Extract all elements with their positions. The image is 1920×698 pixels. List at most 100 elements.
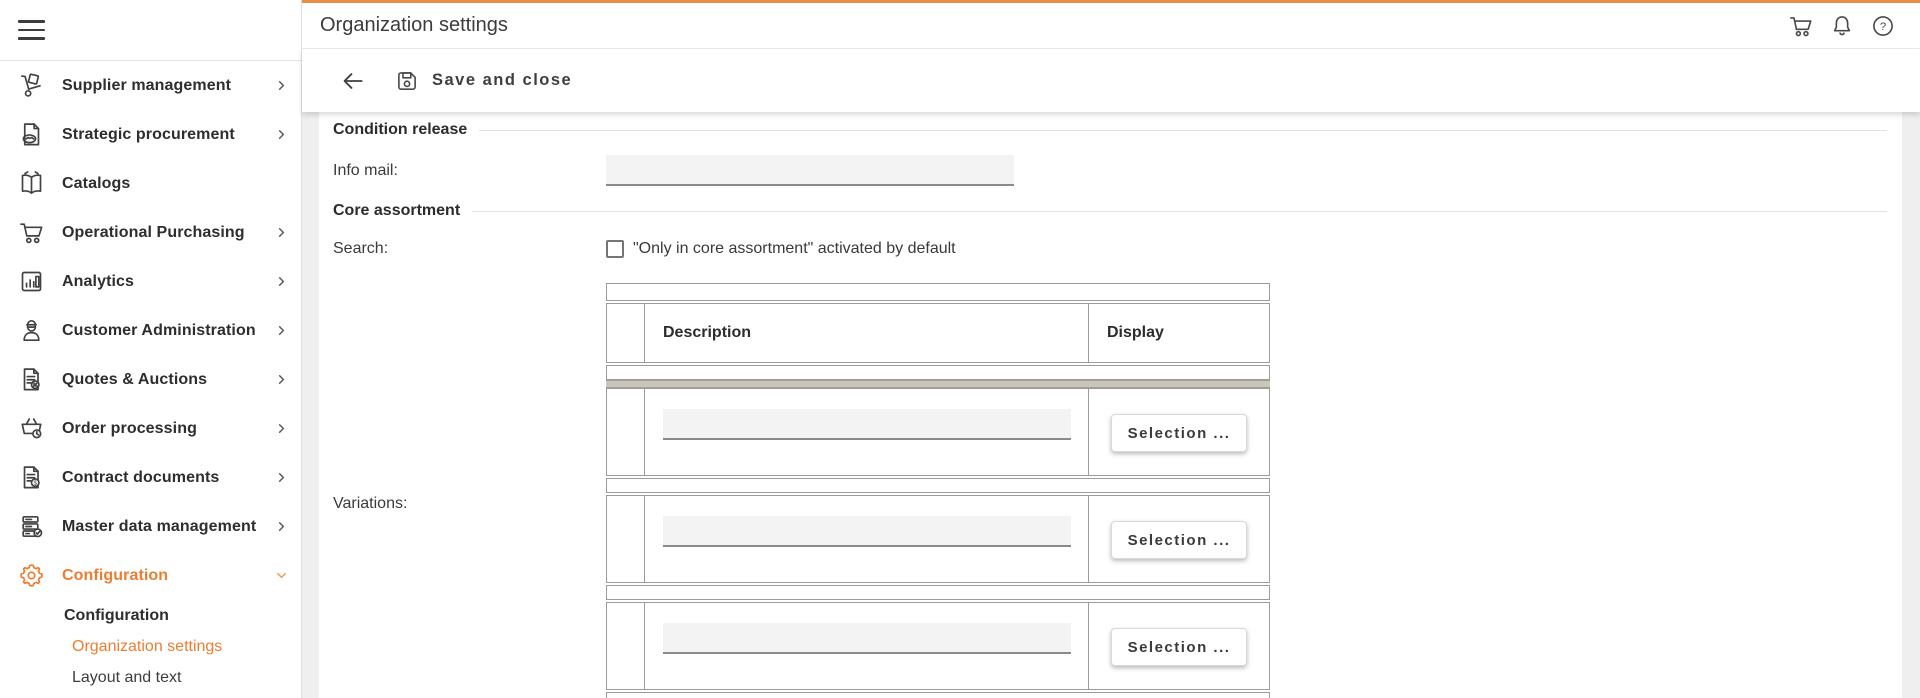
table-splitter-bar[interactable]: [606, 380, 1270, 388]
back-arrow-icon[interactable]: [340, 68, 366, 94]
selection-button[interactable]: Selection ...: [1111, 628, 1247, 666]
sidebar-subitem-layout-and-text[interactable]: Layout and text: [0, 662, 301, 693]
document-percent-icon: [17, 366, 45, 394]
sidebar-item-configuration[interactable]: Configuration: [0, 551, 301, 600]
help-icon[interactable]: ?: [1870, 13, 1896, 39]
database-check-icon: [17, 513, 45, 541]
sidebar-item-label: Customer Administration: [62, 322, 274, 340]
sidebar-item-label: Catalogs: [62, 175, 289, 193]
sidebar-item-quotes-auctions[interactable]: Quotes & Auctions: [0, 355, 301, 404]
handtruck-icon: [17, 72, 45, 100]
table-row-gap: [606, 692, 1270, 698]
app-root: Supplier management Strategic procuremen…: [0, 0, 1920, 698]
sidebar: Supplier management Strategic procuremen…: [0, 0, 302, 698]
page-title: Organization settings: [320, 14, 508, 37]
sidebar-subitem-label: Layout and text: [72, 669, 181, 687]
open-book-icon: [17, 170, 45, 198]
row-display-cell: Selection ...: [1089, 603, 1269, 689]
selection-button[interactable]: Selection ...: [1111, 414, 1247, 452]
sidebar-item-label: Analytics: [62, 273, 274, 291]
sidebar-item-label: Operational Purchasing: [62, 224, 274, 242]
section-rule: [479, 130, 1887, 131]
sidebar-item-label: Configuration: [62, 567, 274, 585]
toolbar: Save and close: [302, 49, 1920, 112]
description-input[interactable]: [663, 623, 1071, 654]
svg-text:?: ?: [1880, 20, 1886, 32]
chevron-right-icon: [274, 225, 289, 240]
chevron-right-icon: [274, 519, 289, 534]
chevron-right-icon: [274, 78, 289, 93]
form-panel: Condition release Info mail: Core assort…: [319, 112, 1902, 698]
core-assortment-checkbox[interactable]: [606, 240, 624, 258]
save-and-close-label: Save and close: [432, 71, 572, 90]
row-description-cell: [645, 603, 1089, 689]
sidebar-item-analytics[interactable]: Analytics: [0, 257, 301, 306]
save-and-close-button[interactable]: Save and close: [394, 68, 572, 94]
section-title: Condition release: [333, 122, 467, 138]
basket-clock-icon: [17, 415, 45, 443]
floppy-disk-icon: [394, 68, 420, 94]
info-mail-label: Info mail:: [333, 162, 606, 180]
cart-icon[interactable]: [1788, 13, 1814, 39]
shopping-cart-icon: [17, 219, 45, 247]
chevron-right-icon: [274, 323, 289, 338]
table-row-gap: [606, 478, 1270, 493]
info-mail-input[interactable]: [606, 155, 1014, 186]
header-icons: ?: [1788, 13, 1896, 39]
sidebar-subitem-label: Configuration: [64, 607, 169, 625]
search-label: Search:: [333, 240, 606, 258]
sidebar-item-operational-purchasing[interactable]: Operational Purchasing: [0, 208, 301, 257]
row-select-cell[interactable]: [607, 496, 645, 582]
info-mail-row: Info mail:: [333, 155, 1902, 186]
bar-chart-icon: [17, 268, 45, 296]
table-header-display: Display: [1089, 304, 1269, 362]
content-area: Condition release Info mail: Core assort…: [302, 112, 1920, 698]
table-header-description: Description: [645, 304, 1089, 362]
chevron-right-icon: [274, 421, 289, 436]
description-input[interactable]: [663, 409, 1071, 440]
variations-label: Variations:: [333, 495, 606, 513]
sidebar-item-order-processing[interactable]: Order processing: [0, 404, 301, 453]
row-description-cell: [645, 389, 1089, 475]
sidebar-subitem-configuration[interactable]: Configuration: [0, 600, 301, 631]
description-input[interactable]: [663, 516, 1071, 547]
chevron-right-icon: [274, 470, 289, 485]
core-assortment-checkbox-label: "Only in core assortment" activated by d…: [633, 240, 956, 258]
person-icon: [17, 317, 45, 345]
variations-row: Variations: Description Display: [333, 283, 1902, 698]
sidebar-item-supplier-management[interactable]: Supplier management: [0, 61, 301, 110]
search-row: Search: "Only in core assortment" activa…: [333, 240, 1902, 258]
sidebar-item-label: Order processing: [62, 420, 274, 438]
sidebar-item-strategic-procurement[interactable]: Strategic procurement: [0, 110, 301, 159]
sidebar-item-label: Master data management: [62, 518, 274, 536]
gear-icon: [17, 562, 45, 590]
sidebar-item-master-data-management[interactable]: Master data management: [0, 502, 301, 551]
section-core-assortment: Core assortment: [333, 203, 1902, 219]
sidebar-item-catalogs[interactable]: Catalogs: [0, 159, 301, 208]
row-select-cell[interactable]: [607, 603, 645, 689]
table-top-strip: [606, 283, 1270, 301]
row-select-cell[interactable]: [607, 389, 645, 475]
table-row: Selection ...: [606, 495, 1270, 583]
selection-button[interactable]: Selection ...: [1111, 521, 1247, 559]
document-handshake-icon: [17, 121, 45, 149]
row-display-cell: Selection ...: [1089, 389, 1269, 475]
core-assortment-checkbox-group: "Only in core assortment" activated by d…: [606, 240, 956, 258]
sidebar-menu-header: [0, 0, 301, 61]
sidebar-item-customer-administration[interactable]: Customer Administration: [0, 306, 301, 355]
hamburger-icon[interactable]: [18, 20, 45, 40]
sidebar-subitem-label: Organization settings: [72, 638, 222, 656]
row-display-cell: Selection ...: [1089, 496, 1269, 582]
table-filter-strip: [606, 365, 1270, 380]
section-title: Core assortment: [333, 203, 460, 219]
chevron-right-icon: [274, 274, 289, 289]
chevron-down-icon: [274, 568, 289, 583]
sidebar-subitem-organization-settings[interactable]: Organization settings: [0, 631, 301, 662]
sidebar-item-contract-documents[interactable]: $ Contract documents: [0, 453, 301, 502]
sidebar-item-label: Supplier management: [62, 77, 274, 95]
section-condition-release: Condition release: [333, 122, 1902, 138]
chevron-right-icon: [274, 127, 289, 142]
chevron-right-icon: [274, 372, 289, 387]
svg-text:$: $: [33, 480, 37, 487]
bell-icon[interactable]: [1829, 13, 1855, 39]
